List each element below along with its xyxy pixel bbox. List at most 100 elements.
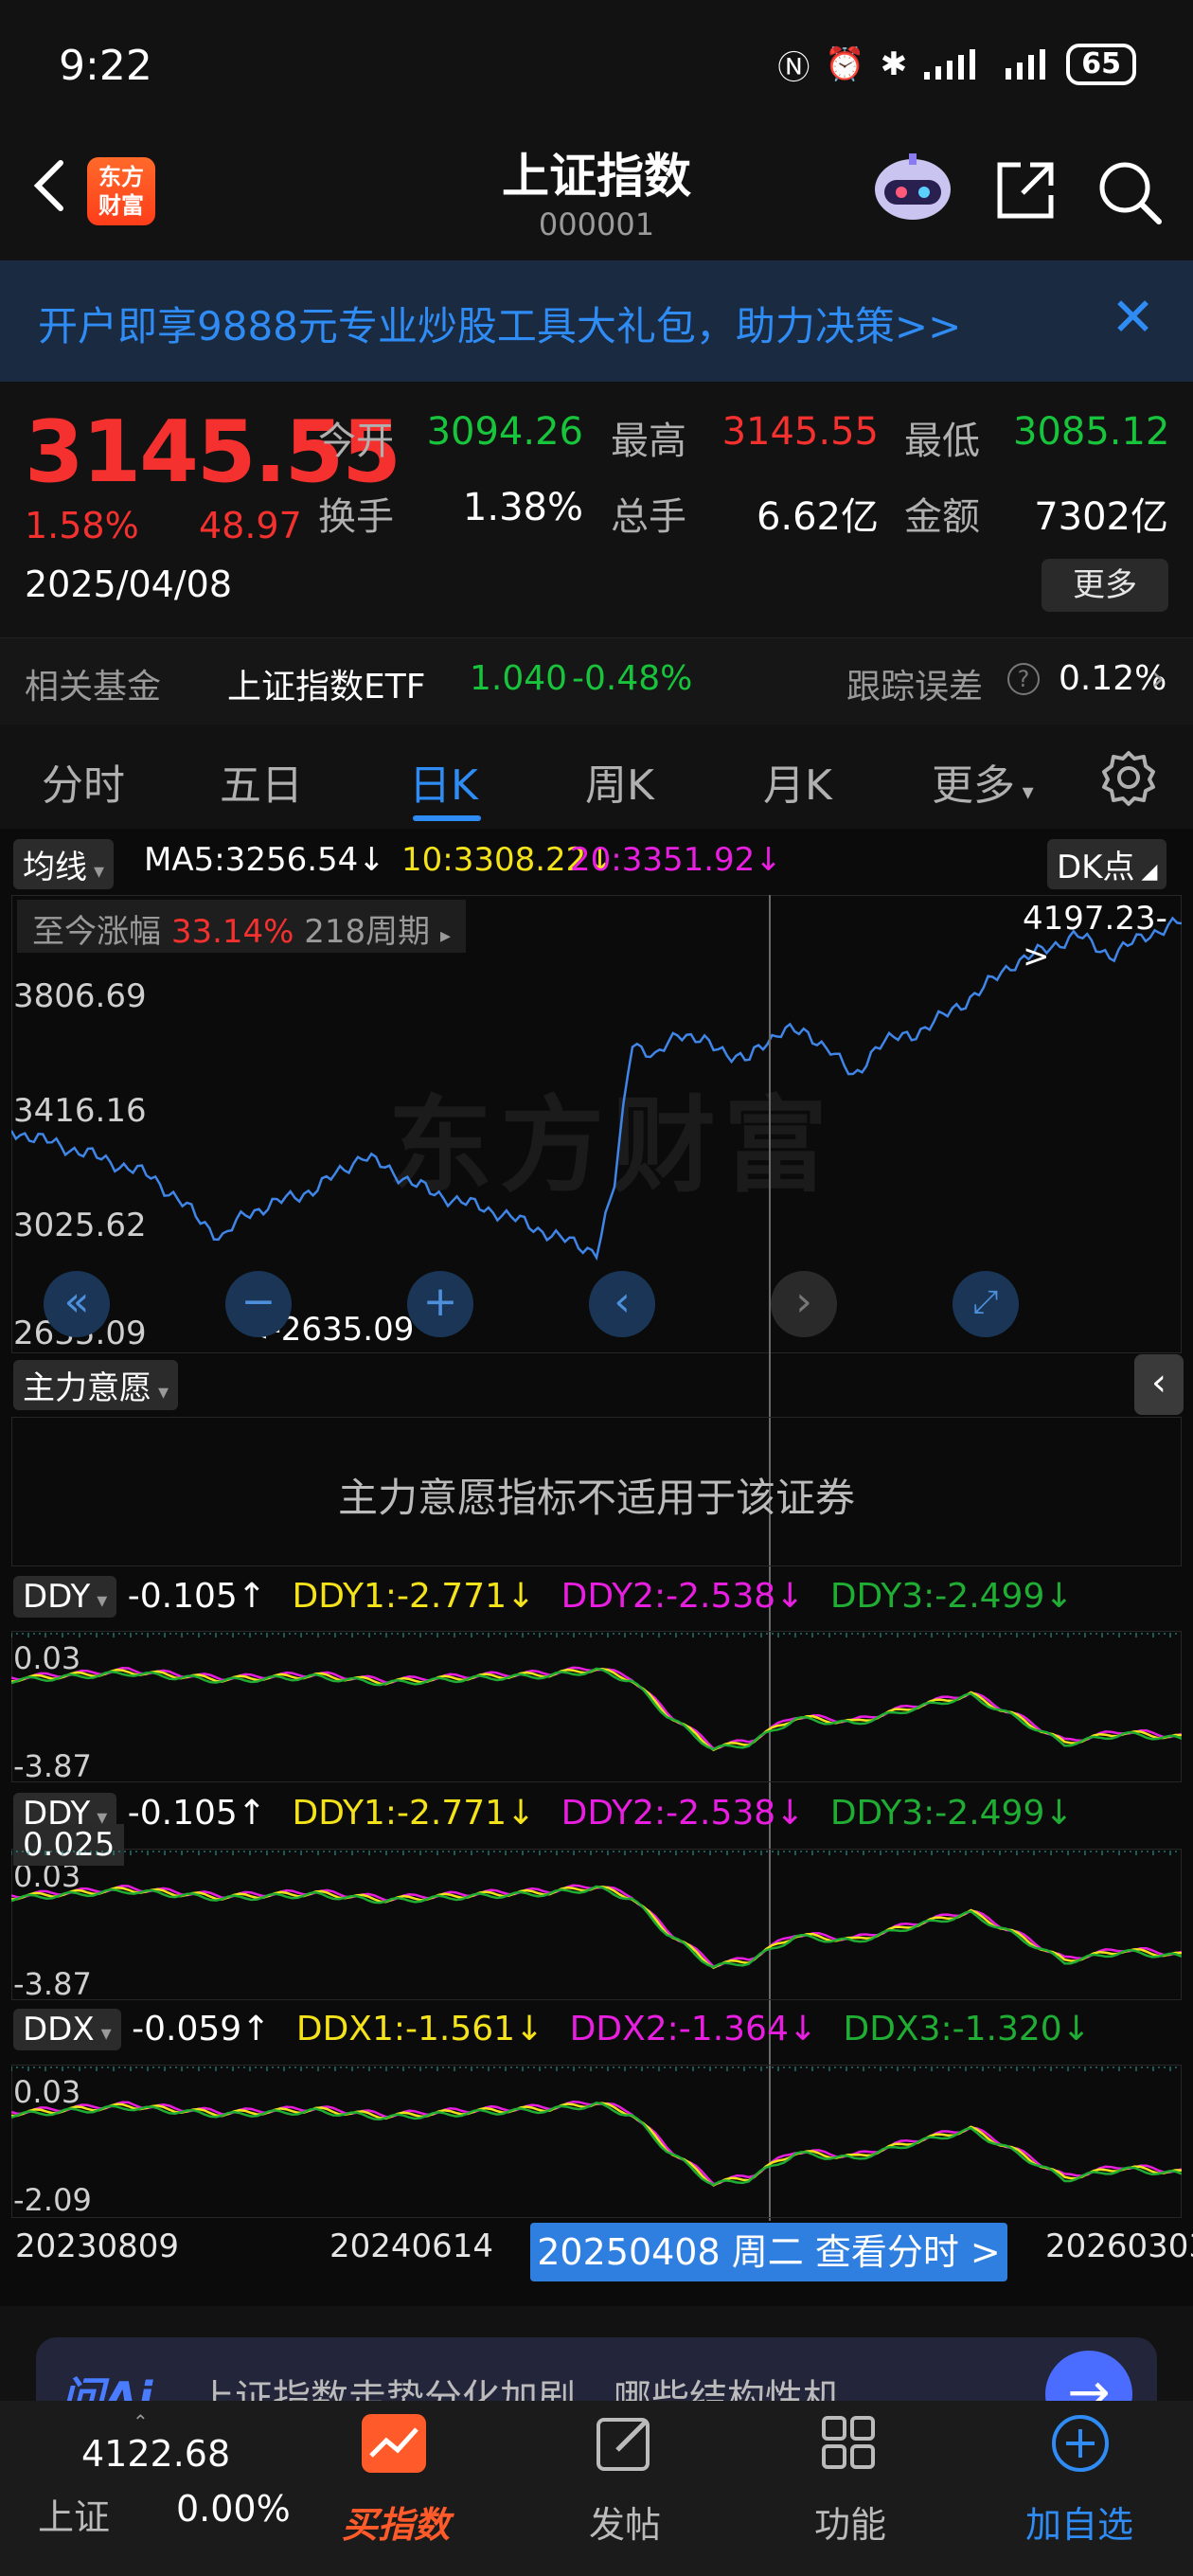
collapse-panel-icon[interactable]: ‹ [1134, 1354, 1184, 1415]
robot-assistant-icon[interactable] [871, 152, 954, 224]
max-price-label: 4197.23-> [1023, 900, 1167, 975]
functions-button[interactable]: 功能 [765, 2401, 935, 2576]
index-ticker[interactable]: ⌃ 4122.68 上证 0.00% [0, 2401, 312, 2576]
tab-weekly-k[interactable]: 周K [585, 751, 654, 812]
trend-up-icon [362, 2414, 426, 2473]
ddx-value: -0.059 [132, 2010, 242, 2048]
tab-more[interactable]: 更多 ▾ [932, 751, 1034, 812]
fullscreen-icon[interactable]: ⤢ [953, 1271, 1019, 1337]
ddy-legend-2: DDY ▾ -0.105↑ DDY1:-2.771↓ DDY2:-2.538↓ … [13, 1793, 1187, 1841]
ma-legend: 均线 ▾ MA5:3256.54↓ 10:3308.22↓ 20:3351.92… [0, 839, 1193, 889]
indicator-line-2 [11, 2101, 1182, 2187]
post-label: 发帖 [588, 2504, 661, 2546]
dk-point-selector[interactable]: DK点 ◢ [1047, 839, 1167, 889]
add-circle-icon [1052, 2415, 1109, 2472]
scroll-left-fast-icon[interactable]: « [44, 1271, 110, 1337]
amount-label: 金额 [904, 495, 980, 539]
add-watchlist-button[interactable]: 加自选 [994, 2401, 1165, 2576]
header: 东方 财富 上证指数 000001 [0, 133, 1193, 260]
chart-tabs: 分时 五日 日K 周K 月K 更多 ▾ [0, 724, 1193, 829]
tracking-label: 跟踪误差 [846, 668, 984, 707]
buy-index-button[interactable]: 买指数 [312, 2401, 479, 2576]
ma20-value: 20:3351.92↓ [570, 841, 782, 879]
signal-icon [924, 49, 976, 80]
indicator-line-2 [11, 1667, 1182, 1751]
ddy-value-2: -0.105 [127, 1794, 238, 1833]
ddy1-value-2: DDY1:-2.771 [292, 1794, 507, 1833]
promo-banner[interactable]: 开户即享9888元专业炒股工具大礼包，助力决策>> ✕ [0, 260, 1193, 382]
close-icon[interactable]: ✕ [1111, 287, 1155, 349]
low-label: 最低 [904, 420, 980, 463]
fund-label: 相关基金 [25, 668, 162, 707]
indicator-line-2 [11, 1885, 1182, 1969]
tab-daily-k[interactable]: 日K [409, 751, 478, 812]
ddx-chart[interactable] [11, 2065, 1182, 2218]
functions-label: 功能 [813, 2504, 886, 2546]
indicator-line-1 [11, 2102, 1182, 2187]
add-watchlist-label: 加自选 [1024, 2504, 1133, 2546]
x-axis-start: 20230809 [15, 2227, 180, 2265]
ddy-chart-2[interactable] [11, 1849, 1182, 2000]
nfc-icon: Ⓝ [777, 48, 810, 87]
grid-icon [822, 2416, 875, 2469]
ddx2-value: DDX2:-1.364 [569, 2010, 789, 2048]
change-percent: 1.58% [25, 505, 139, 546]
banner-text[interactable]: 开户即享9888元专业炒股工具大礼包，助力决策>> [38, 295, 961, 352]
help-icon[interactable]: ? [1007, 663, 1040, 695]
volume-label: 总手 [611, 495, 686, 539]
fund-name[interactable]: 上证指数ETF [227, 659, 425, 708]
ddy1-value-1: DDY1:-2.771 [292, 1577, 507, 1616]
quote-panel: 3145.55 1.58% 48.97 2025/04/08 今开 3094.2… [0, 382, 1193, 637]
ticker-change: 0.00% [176, 2488, 291, 2530]
status-bar: 9:22 Ⓝ ⏰ ✱ 65 [0, 0, 1193, 133]
ddx-selector[interactable]: DDX ▾ [13, 2009, 121, 2050]
amount-value: 7302亿 [1034, 495, 1168, 539]
status-icons: Ⓝ ⏰ ✱ 65 [777, 44, 1136, 87]
ma5-value: MA5:3256.54↓ [144, 841, 385, 879]
signal-icon-2 [1006, 49, 1046, 80]
battery-icon: 65 [1066, 44, 1136, 85]
ticker-price: 4122.68 [81, 2433, 231, 2475]
low-value: 3085.12 [1013, 410, 1170, 454]
scroll-left-icon[interactable]: ‹ [589, 1271, 655, 1337]
indicator-line-1 [11, 1886, 1182, 1970]
status-time: 9:22 [59, 42, 152, 90]
search-icon[interactable] [1095, 157, 1163, 225]
ma-selector[interactable]: 均线 ▾ [13, 839, 115, 889]
caret-up-icon: ⌃ [133, 2410, 149, 2433]
ddy-legend-1: DDY ▾ -0.105↑ DDY1:-2.771↓ DDY2:-2.538↓ … [13, 1576, 1187, 1624]
zoom-out-icon[interactable]: − [225, 1271, 292, 1337]
ddy2-value-2: DDY2:-2.538 [561, 1794, 776, 1833]
fund-change: -0.48% [572, 659, 693, 698]
post-button[interactable]: 发帖 [540, 2401, 710, 2576]
zhuli-selector[interactable]: 主力意愿 ▾ [13, 1360, 179, 1410]
chevron-right-icon[interactable]: › [1151, 659, 1165, 698]
share-icon[interactable] [992, 157, 1059, 224]
indicator-line-0 [11, 1666, 1182, 1750]
buy-index-label: 买指数 [341, 2504, 450, 2546]
turnover-label: 换手 [318, 495, 394, 539]
tab-intraday[interactable]: 分时 [42, 751, 125, 812]
ddy-chart-1[interactable] [11, 1631, 1182, 1782]
related-fund-row[interactable]: 相关基金 上证指数ETF 1.040 -0.48% 跟踪误差 ? 0.12% › [0, 637, 1193, 724]
zhuli-message: 主力意愿指标不适用于该证券 [337, 1475, 855, 1521]
edit-icon [596, 2418, 650, 2471]
more-button[interactable]: 更多 [1042, 559, 1168, 612]
tab-five-day[interactable]: 五日 [220, 751, 303, 812]
high-label: 最高 [611, 420, 686, 463]
ticker-name: 上证 [38, 2496, 111, 2538]
open-label: 今开 [318, 420, 394, 463]
tab-monthly-k[interactable]: 月K [763, 751, 832, 812]
alarm-icon: ⏰ [825, 45, 865, 83]
bottom-nav: ⌃ 4122.68 上证 0.00% 买指数 发帖 功能 加自选 [0, 2401, 1193, 2576]
zoom-in-icon[interactable]: + [407, 1271, 473, 1337]
ddx1-value: DDX1:-1.561 [295, 2010, 516, 2048]
quote-date: 2025/04/08 [25, 564, 233, 605]
indicator-line-1 [11, 1668, 1182, 1752]
ddy-selector-1[interactable]: DDY ▾ [13, 1576, 117, 1618]
ddy2-value-1: DDY2:-2.538 [561, 1577, 776, 1616]
view-intraday-button[interactable]: 20250408 周二 查看分时 > [530, 2223, 1007, 2281]
scroll-right-icon[interactable]: › [771, 1271, 837, 1337]
settings-gear-icon[interactable] [1100, 749, 1157, 806]
ddx3-value: DDX3:-1.320 [843, 2010, 1062, 2048]
